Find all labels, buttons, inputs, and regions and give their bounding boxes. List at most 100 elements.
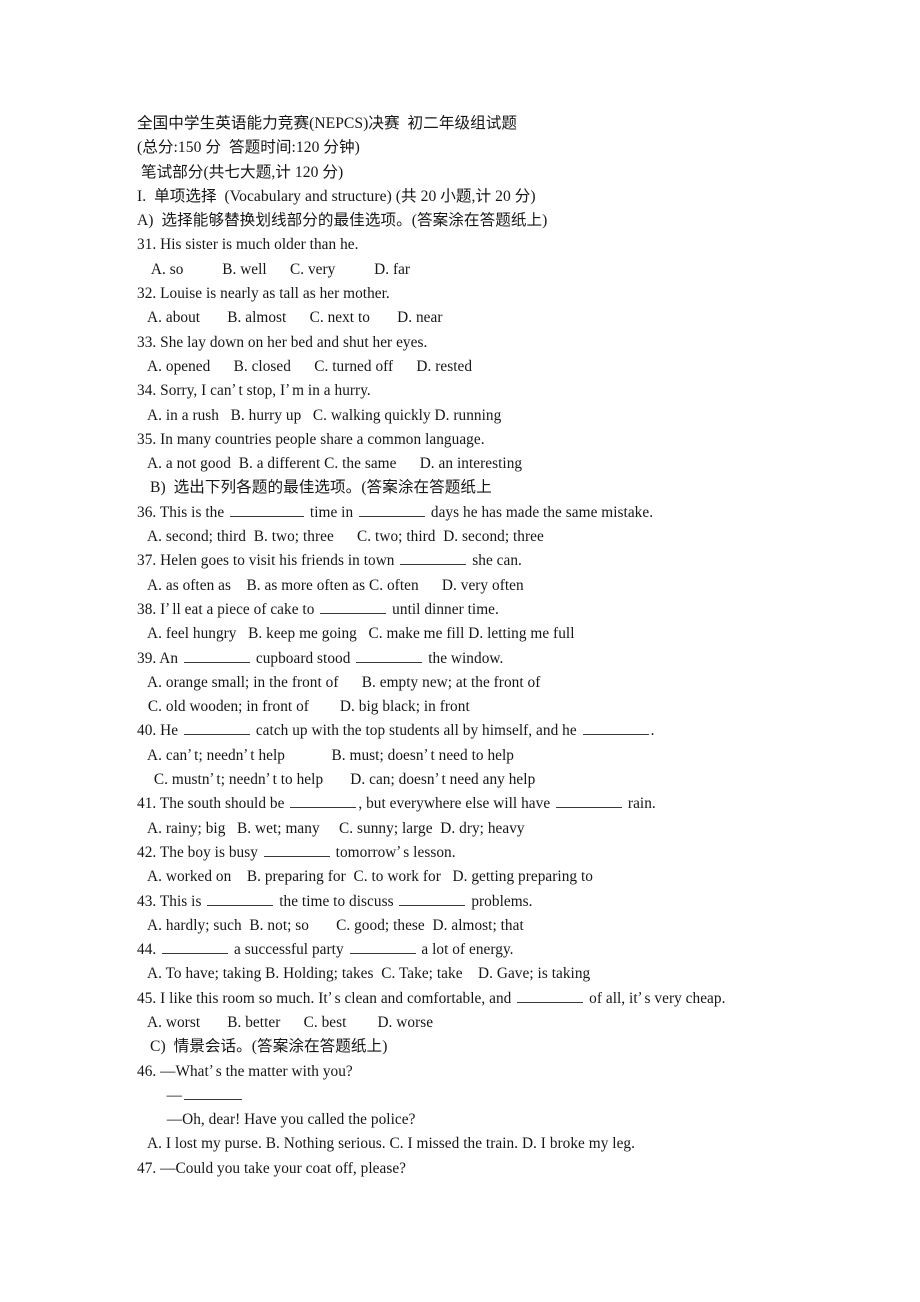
q44-text-b: a successful party bbox=[230, 941, 348, 959]
q38-text-c: until dinner time. bbox=[388, 600, 499, 618]
question-32-stem: 32. Louise is nearly as tall as her moth… bbox=[137, 285, 390, 303]
q36-text-c: days he has made the same mistake. bbox=[427, 503, 654, 521]
q41-text-c: rain. bbox=[624, 795, 656, 813]
q39-text-c: the window. bbox=[424, 649, 504, 667]
question-37-stem: 37. Helen goes to visit his friends in t… bbox=[137, 549, 837, 573]
q40-opt-h: t need any help bbox=[441, 771, 536, 789]
answer-blank bbox=[207, 890, 274, 906]
answer-blank bbox=[183, 720, 250, 736]
question-41-stem: 41. The south should be , but everywhere… bbox=[137, 792, 837, 816]
q34-text-c: m in a hurry. bbox=[292, 382, 371, 400]
q45-text-c: of all, it bbox=[585, 989, 638, 1007]
apostrophe-glyph: ’ bbox=[265, 770, 271, 787]
q40-opt-d: t need to help bbox=[430, 746, 514, 764]
question-46-reply-line: —Oh, dear! Have you called the police? bbox=[159, 1111, 416, 1129]
question-44-stem: 44. a successful party a lot of energy. bbox=[137, 938, 837, 962]
q45-text-b: s clean and comfortable, and bbox=[334, 989, 516, 1007]
scoring-line: (总分:150 分 答题时间:120 分钟) bbox=[137, 139, 360, 157]
q40-opt-c: t help B. must; doesn bbox=[250, 746, 424, 764]
q37-text-b: she can. bbox=[468, 552, 522, 570]
apostrophe-glyph: ’ bbox=[423, 745, 429, 762]
question-41-options: A. rainy; big B. wet; many C. sunny; lar… bbox=[144, 819, 525, 837]
question-35-options: A. a not good B. a different C. the same… bbox=[144, 455, 523, 473]
question-43-options: A. hardly; such B. not; so C. good; thes… bbox=[144, 916, 524, 934]
apostrophe-glyph: ’ bbox=[396, 843, 402, 860]
answer-blank bbox=[517, 988, 584, 1003]
q40-opt-b: t; needn bbox=[194, 746, 244, 764]
answer-blank bbox=[349, 939, 416, 955]
q38-text-b: ll eat a piece of cake to bbox=[172, 600, 319, 618]
question-39-options-line-1: A. orange small; in the front of B. empt… bbox=[144, 673, 541, 691]
exam-page: 全国中学生英语能力竞赛(NEPCS)决赛 初二年级组试题 (总分:150 分 答… bbox=[137, 112, 837, 1181]
question-46-answer-blank-line: — bbox=[137, 1084, 837, 1108]
apostrophe-glyph: ’ bbox=[187, 745, 193, 762]
q34-text-a: 34. Sorry, I can bbox=[137, 382, 232, 400]
q42-text-a: 42. The boy is busy bbox=[137, 843, 262, 861]
q34-text-b: t stop, I bbox=[238, 382, 286, 400]
part-C-instruction: C) 情景会话。(答案涂在答题纸上) bbox=[150, 1038, 388, 1056]
q46-text-b: s the matter with you? bbox=[215, 1062, 353, 1080]
q36-text-a: 36. This is the bbox=[137, 503, 229, 521]
answer-blank bbox=[183, 1085, 242, 1100]
question-45-stem: 45. I like this room so much. It’ s clean… bbox=[137, 987, 837, 1011]
q39-text-b: cupboard stood bbox=[251, 649, 355, 667]
q45-text-d: s very cheap. bbox=[644, 989, 726, 1007]
q45-text-a: 45. I like this room so much. It bbox=[137, 989, 328, 1007]
question-45-options: A. worst B. better C. best D. worse bbox=[144, 1013, 434, 1031]
question-32-options: A. about B. almost C. next to D. near bbox=[144, 309, 443, 327]
page-title: 全国中学生英语能力竞赛(NEPCS)决赛 初二年级组试题 bbox=[137, 115, 518, 132]
question-40-options-line-1: A. can’ t; needn’ t help B. must; doesn’ t … bbox=[137, 744, 837, 768]
question-31-stem: 31. His sister is much older than he. bbox=[137, 236, 359, 254]
answer-blank bbox=[263, 842, 330, 857]
question-33-stem: 33. She lay down on her bed and shut her… bbox=[137, 333, 428, 351]
question-36-options: A. second; third B. two; three C. two; t… bbox=[144, 528, 544, 546]
q40-opt-f: t; needn bbox=[216, 771, 266, 789]
answer-blank bbox=[183, 647, 250, 663]
apostrophe-glyph: ’ bbox=[637, 988, 643, 1005]
question-33-options: A. opened B. closed C. turned off D. res… bbox=[144, 357, 473, 375]
q42-text-b: tomorrow bbox=[331, 843, 397, 861]
apostrophe-glyph: ’ bbox=[285, 381, 291, 398]
apostrophe-glyph: ’ bbox=[208, 1061, 214, 1078]
apostrophe-glyph: ’ bbox=[243, 745, 249, 762]
apostrophe-glyph: ’ bbox=[231, 381, 237, 398]
question-47-stem: 47. —Could you take your coat off, pleas… bbox=[137, 1159, 407, 1177]
q41-text-a: 41. The south should be bbox=[137, 795, 289, 813]
answer-blank bbox=[556, 793, 623, 809]
question-43-stem: 43. This is the time to discuss problems… bbox=[137, 890, 837, 914]
question-44-options: A. To have; taking B. Holding; takes C. … bbox=[144, 965, 591, 983]
q37-text-a: 37. Helen goes to visit his friends in t… bbox=[137, 552, 399, 570]
question-46-stem: 46. —What’ s the matter with you? bbox=[137, 1060, 837, 1084]
section-I-heading: I. 单项选择 (Vocabulary and structure) (共 20… bbox=[137, 187, 536, 205]
question-38-options: A. feel hungry B. keep me going C. make … bbox=[144, 625, 575, 643]
answer-blank bbox=[290, 793, 357, 809]
q43-text-a: 43. This is bbox=[137, 892, 206, 910]
q46-text-a: 46. —What bbox=[137, 1062, 209, 1080]
q39-text-a: 39. An bbox=[137, 649, 182, 667]
question-38-stem: 38. I’ ll eat a piece of cake to until di… bbox=[137, 598, 837, 622]
question-39-options-line-2: C. old wooden; in front of D. big black;… bbox=[144, 698, 470, 716]
question-46-options: A. I lost my purse. B. Nothing serious. … bbox=[144, 1135, 635, 1153]
apostrophe-glyph: ’ bbox=[327, 988, 333, 1005]
answer-blank bbox=[400, 550, 467, 566]
part-B-instruction: B) 选出下列各题的最佳选项。(答案涂在答题纸上 bbox=[150, 479, 492, 497]
question-35-stem: 35. In many countries people share a com… bbox=[137, 430, 485, 448]
question-40-options-line-2: C. mustn’ t; needn’ t to help D. can; does… bbox=[137, 768, 837, 792]
question-40-stem: 40. He catch up with the top students al… bbox=[137, 719, 837, 743]
q40-opt-g: t to help D. can; doesn bbox=[272, 771, 435, 789]
question-39-stem: 39. An cupboard stood the window. bbox=[137, 647, 837, 671]
question-34-stem: 34. Sorry, I can’ t stop, I’ m in a hurry. bbox=[137, 379, 837, 403]
q42-text-c: s lesson. bbox=[403, 843, 456, 861]
q40-opt-a: A. can bbox=[144, 746, 188, 764]
apostrophe-glyph: ’ bbox=[165, 600, 171, 617]
answer-blank bbox=[399, 890, 466, 906]
q40-text-a: 40. He bbox=[137, 722, 182, 740]
question-37-options: A. as often as B. as more often as C. of… bbox=[144, 576, 524, 594]
answer-blank bbox=[320, 599, 387, 614]
question-42-stem: 42. The boy is busy tomorrow’ s lesson. bbox=[137, 841, 837, 865]
q43-text-b: the time to discuss bbox=[275, 892, 398, 910]
q38-text-a: 38. I bbox=[137, 600, 166, 618]
q44-text-a: 44. bbox=[137, 941, 161, 959]
q40-text-b: catch up with the top students all by hi… bbox=[251, 722, 581, 740]
answer-blank bbox=[356, 647, 423, 663]
